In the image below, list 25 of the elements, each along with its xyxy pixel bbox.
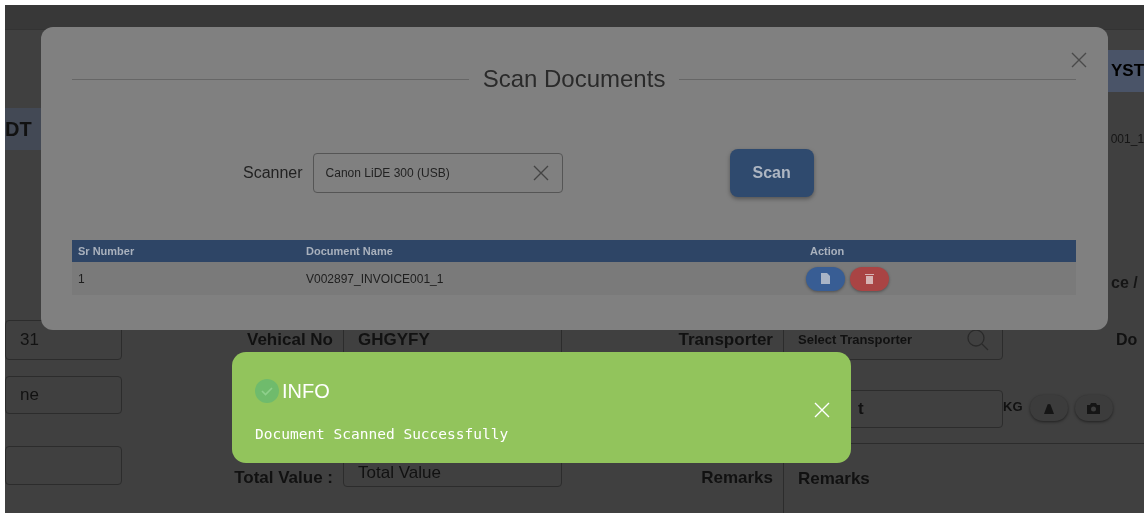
weight-icon: [1042, 402, 1055, 414]
field-label: Scanner: [243, 163, 303, 183]
toast-title: INFO: [282, 379, 330, 404]
section-title: DT: [5, 108, 41, 150]
camera-icon: [1087, 402, 1100, 414]
table-cell-text: V002897_INVOICE001_1: [306, 270, 445, 288]
column-header: Document Name: [306, 243, 394, 259]
column-header: Action: [809, 243, 846, 259]
camera-button[interactable]: [1074, 395, 1113, 421]
view-button[interactable]: [806, 266, 845, 291]
table-cell-text: 1: [77, 270, 86, 288]
dialog-title: Scan Documents: [482, 64, 666, 94]
scanner-select[interactable]: Canon LiDE 300 (USB): [312, 153, 563, 193]
document-icon: [821, 273, 830, 284]
toast-message: Document Scanned Successfully: [255, 425, 510, 444]
check-circle-icon: [255, 379, 279, 403]
selected-scanner: Canon LiDE 300 (USB): [325, 165, 450, 182]
clear-icon[interactable]: [531, 164, 550, 182]
scan-button[interactable]: Scan: [729, 149, 814, 197]
delete-button[interactable]: [850, 266, 889, 291]
weight-button[interactable]: [1029, 395, 1068, 421]
trash-icon: [865, 273, 874, 284]
input-field[interactable]: [5, 446, 122, 485]
search-icon[interactable]: [966, 328, 990, 352]
column-header: Sr Number: [77, 243, 136, 259]
